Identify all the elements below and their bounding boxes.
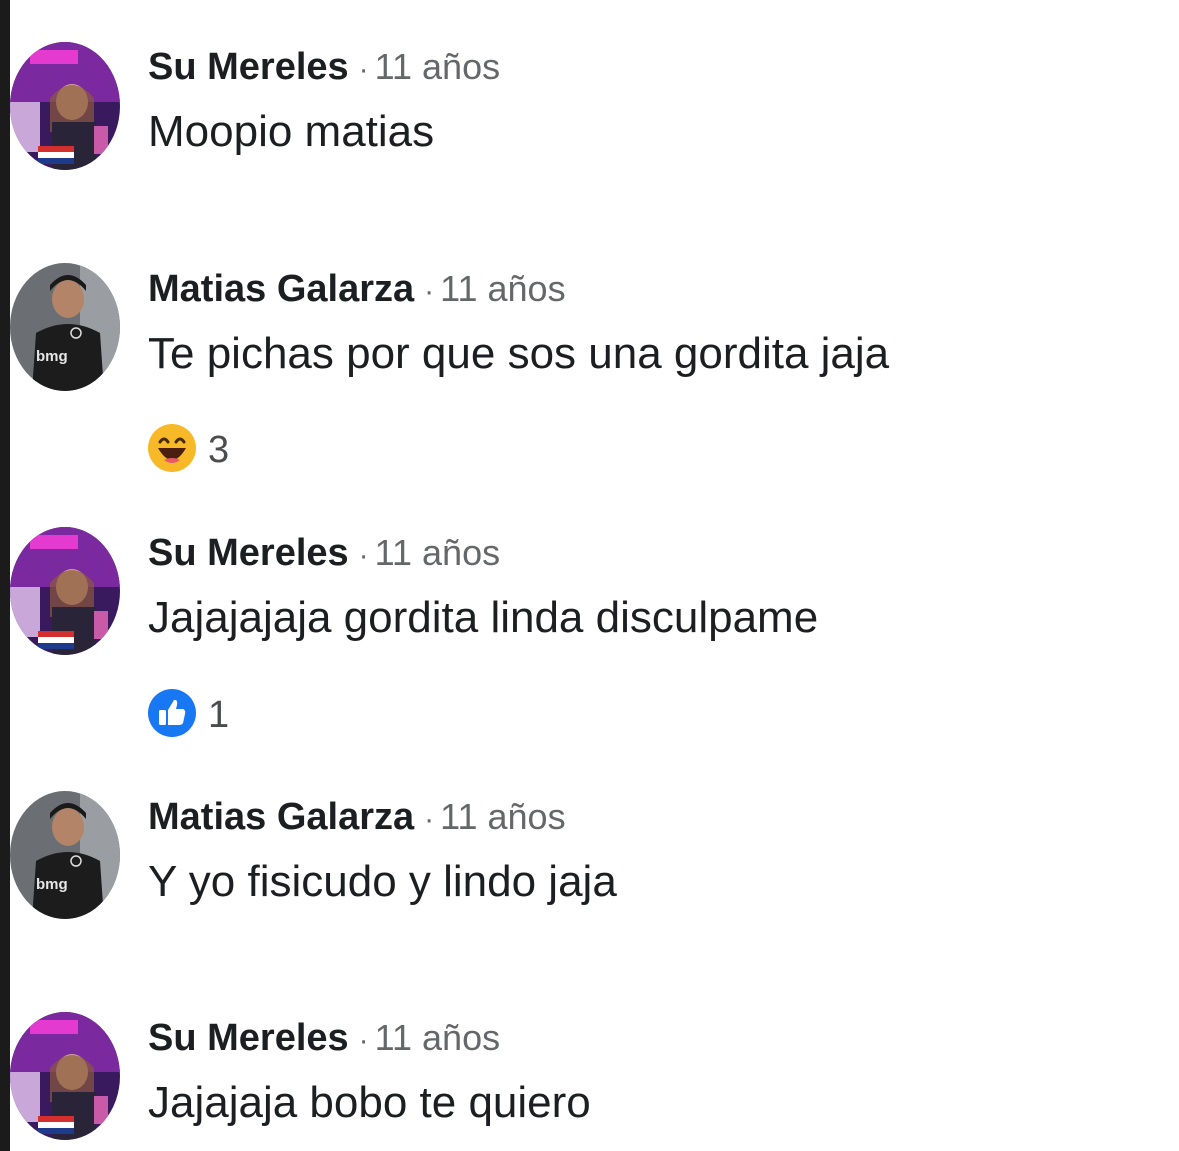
comment-header: Su Mereles · 11 años (148, 531, 500, 578)
comment-author[interactable]: Su Mereles (148, 46, 349, 88)
jersey-text: bmg (36, 876, 68, 893)
comment-header: Matias Galarza · 11 años (148, 795, 566, 842)
jersey-text: bmg (36, 348, 68, 365)
comment-timestamp[interactable]: 11 años (440, 268, 565, 309)
meta-separator: · (358, 539, 369, 572)
comment-timestamp[interactable]: 11 años (440, 796, 565, 837)
comment-timestamp[interactable]: 11 años (375, 1017, 500, 1058)
meta-separator: · (424, 803, 435, 836)
comment-text: Jajajaja bobo te quiero (148, 1078, 591, 1127)
meta-separator: · (358, 53, 369, 86)
comment-text: Y yo fisicudo y lindo jaja (148, 857, 617, 906)
meta-separator: · (358, 1024, 369, 1057)
comment-text: Jajajajaja gordita linda disculpame (148, 593, 819, 642)
su-mereles-avatar[interactable] (10, 1012, 120, 1140)
left-edge-border (0, 0, 10, 1151)
comment-author[interactable]: Su Mereles (148, 1017, 349, 1059)
comment-text: Te pichas por que sos una gordita jaja (148, 329, 890, 378)
reaction-count: 3 (208, 428, 230, 471)
like-reaction-icon (146, 687, 198, 744)
meta-separator: · (424, 275, 435, 308)
comment-author[interactable]: Matias Galarza (148, 268, 414, 310)
comment-author[interactable]: Su Mereles (148, 532, 349, 574)
su-mereles-avatar[interactable] (10, 42, 120, 170)
su-mereles-avatar[interactable] (10, 527, 120, 655)
comment-timestamp[interactable]: 11 años (375, 532, 500, 573)
comment-author[interactable]: Matias Galarza (148, 796, 414, 838)
comment-header: Matias Galarza · 11 años (148, 267, 566, 314)
matias-galarza-avatar[interactable]: bmg (10, 263, 120, 391)
comment-header: Su Mereles · 11 años (148, 45, 500, 92)
comment-header: Su Mereles · 11 años (148, 1016, 500, 1063)
reaction-summary[interactable]: 1 (146, 687, 230, 744)
comment-text: Moopio matias (148, 107, 435, 156)
comment-timestamp[interactable]: 11 años (375, 46, 500, 87)
haha-reaction-icon (146, 422, 198, 479)
reaction-count: 1 (208, 693, 230, 736)
matias-galarza-avatar[interactable]: bmg (10, 791, 120, 919)
reaction-summary[interactable]: 3 (146, 422, 230, 479)
